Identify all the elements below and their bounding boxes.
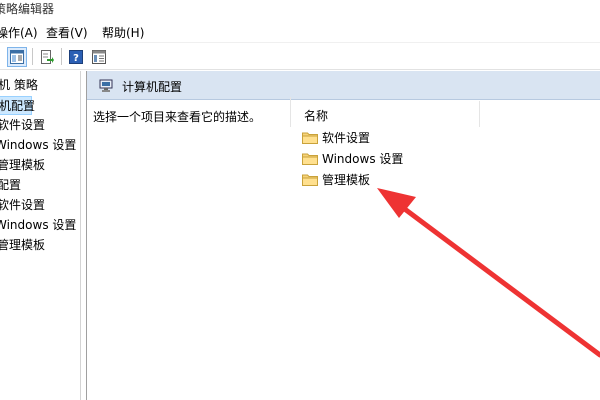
details-header-title: 计算机配置: [122, 80, 183, 94]
title-bar: 策略编辑器: [0, 0, 600, 19]
item-description: 选择一个项目来查看它的描述。: [93, 110, 262, 124]
tree-item-policy-root[interactable]: 机 策略: [0, 76, 38, 95]
properties-icon: [92, 50, 106, 64]
folder-icon: [302, 174, 318, 186]
list-item-label: 管理模板: [322, 172, 371, 187]
folder-icon: [302, 153, 318, 165]
tree-item-windows-settings[interactable]: Windows 设置: [0, 136, 76, 155]
tree-pane: 机 策略 机配置 软件设置 Windows 设置 管理模板 配置 软件设置 Wi…: [0, 71, 81, 400]
list-item-windows-settings[interactable]: Windows 设置: [302, 148, 403, 168]
column-header-name[interactable]: 名称: [304, 107, 328, 124]
help-button[interactable]: ?: [66, 47, 86, 67]
tree-item-computer-config[interactable]: 机配置: [0, 96, 35, 115]
computer-policy-icon: [99, 79, 113, 92]
tree-item-user-windows-settings[interactable]: Windows 设置: [0, 216, 76, 235]
svg-text:?: ?: [73, 53, 79, 64]
toolbar-separator: [32, 48, 33, 65]
help-icon: ?: [69, 50, 83, 64]
window-title: 策略编辑器: [0, 2, 55, 16]
details-header: 计算机配置: [87, 71, 600, 100]
list-item-software-settings[interactable]: 软件设置: [302, 127, 370, 147]
tree-item-user-software-settings[interactable]: 软件设置: [0, 196, 45, 215]
properties-button[interactable]: [89, 47, 109, 67]
menu-bar: 操作(A) 查看(V) 帮助(H): [0, 19, 600, 43]
show-hide-tree-icon: [10, 50, 24, 64]
folder-icon: [302, 132, 318, 144]
menu-help[interactable]: 帮助(H): [102, 24, 144, 41]
list-item-label: 软件设置: [322, 130, 371, 145]
column-divider[interactable]: [479, 101, 480, 127]
column-divider: [290, 97, 291, 127]
tree-item-user-config[interactable]: 配置: [0, 176, 21, 195]
tree-item-admin-templates[interactable]: 管理模板: [0, 156, 45, 175]
toolbar-separator: [61, 48, 62, 65]
toolbar: ?: [0, 43, 600, 70]
menu-view[interactable]: 查看(V): [46, 24, 88, 41]
tree-item-user-admin-templates[interactable]: 管理模板: [0, 236, 45, 255]
details-pane: 计算机配置 选择一个项目来查看它的描述。 名称 软件设置 Windows 设置 …: [86, 71, 600, 400]
tree-item-software-settings[interactable]: 软件设置: [0, 116, 45, 135]
menu-action[interactable]: 操作(A): [0, 24, 38, 41]
show-hide-tree-button[interactable]: [7, 47, 27, 67]
export-list-button[interactable]: [37, 47, 57, 67]
export-list-icon: [41, 50, 54, 64]
list-item-label: Windows 设置: [322, 151, 404, 166]
list-item-admin-templates[interactable]: 管理模板: [302, 169, 370, 189]
